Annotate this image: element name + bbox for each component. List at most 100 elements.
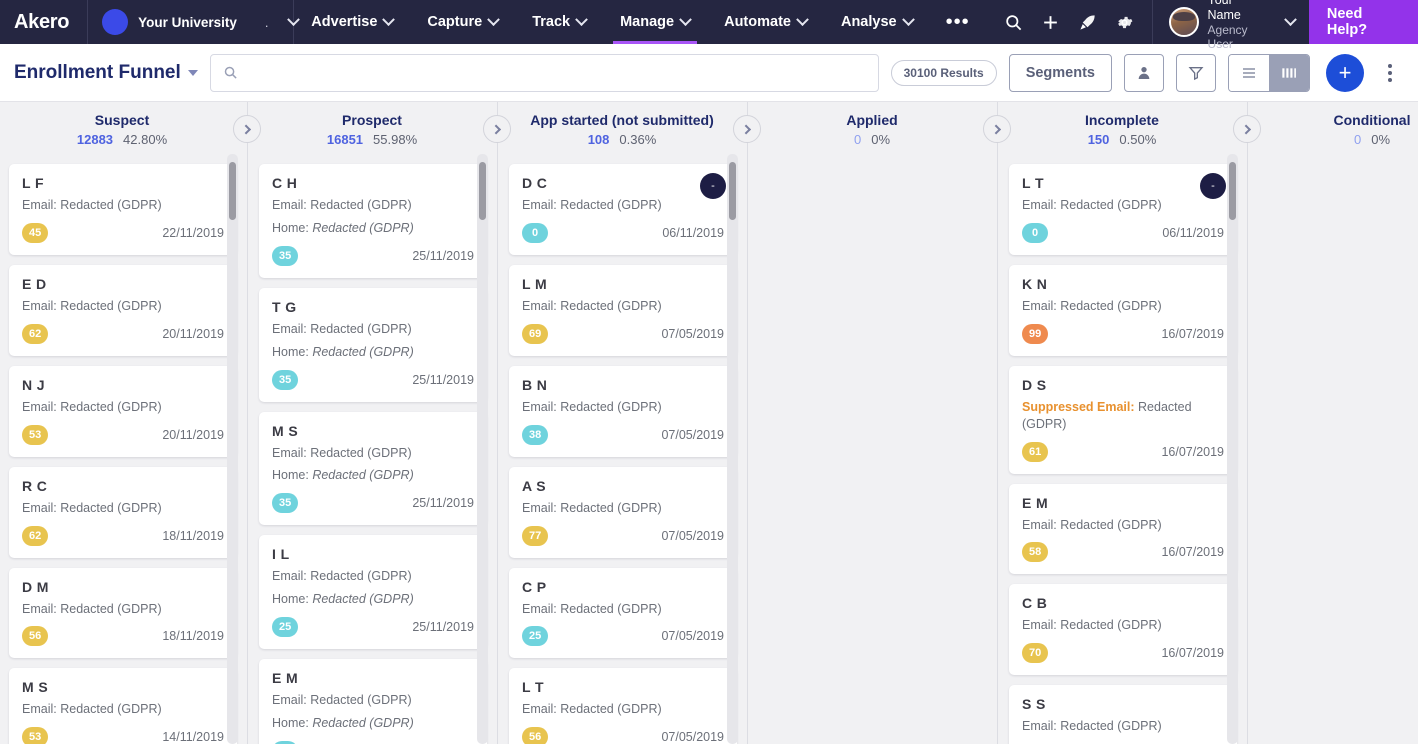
menu-advertise-label: Advertise: [311, 14, 378, 30]
column-scrollbar[interactable]: [727, 154, 738, 744]
contact-card[interactable]: C B Email: Redacted (GDPR) 70 16/07/2019: [1009, 584, 1237, 676]
contact-card[interactable]: L T Email: Redacted (GDPR) 0 06/11/2019 -: [1009, 164, 1237, 255]
contact-card[interactable]: L T Email: Redacted (GDPR) 56 07/05/2019: [509, 668, 737, 744]
contact-card[interactable]: K N Email: Redacted (GDPR) 99 16/07/2019: [1009, 264, 1237, 356]
board-view-toggle[interactable]: [1269, 54, 1309, 91]
rocket-icon[interactable]: [1078, 13, 1097, 32]
plus-icon[interactable]: [1041, 13, 1060, 32]
contact-card[interactable]: L F Email: Redacted (GDPR) 45 22/11/2019: [9, 164, 237, 255]
card-date: 07/05/2019: [661, 528, 724, 543]
lead-score-badge: 62: [22, 323, 49, 344]
card-date: 18/11/2019: [162, 528, 224, 543]
user-menu[interactable]: Your Name Agency User: [1153, 0, 1309, 51]
menu-advertise[interactable]: Advertise: [294, 0, 410, 44]
column-scrollbar-thumb[interactable]: [479, 162, 486, 220]
email-label: Email:: [1022, 298, 1057, 313]
card-date: 20/11/2019: [162, 326, 224, 341]
contact-email-line: Email: Redacted (GDPR): [522, 701, 724, 718]
assign-person-button[interactable]: [1124, 53, 1164, 92]
contact-card[interactable]: D S Suppressed Email: Redacted (GDPR) 61 16…: [1009, 365, 1237, 474]
email-label: Email:: [272, 445, 307, 460]
more-options-button[interactable]: [1376, 63, 1404, 82]
email-label: Email:: [522, 298, 557, 313]
contact-card[interactable]: N J Email: Redacted (GDPR) 53 20/11/2019: [9, 365, 237, 457]
card-status-badge[interactable]: -: [1200, 173, 1226, 199]
email-value: Redacted (GDPR): [560, 500, 662, 515]
card-date: 07/05/2019: [661, 629, 724, 644]
column-card-list[interactable]: D C Email: Redacted (GDPR) 0 06/11/2019 - L M…: [497, 154, 747, 744]
card-date: 16/07/2019: [1161, 646, 1224, 661]
column-scrollbar[interactable]: [227, 154, 238, 744]
column-count: 16851: [326, 132, 364, 147]
column-card-list[interactable]: L F Email: Redacted (GDPR) 45 22/11/2019 E D…: [0, 154, 247, 744]
contact-card[interactable]: M S Email: Redacted (GDPR) Home: Redacted …: [259, 411, 487, 526]
contact-card[interactable]: E M Email: Redacted (GDPR) Home: Redacted …: [259, 659, 487, 744]
home-value: Redacted (GDPR): [312, 220, 414, 235]
search-input[interactable]: [246, 64, 866, 81]
email-value: Redacted (GDPR): [60, 198, 162, 212]
card-status-badge[interactable]: -: [700, 173, 726, 199]
column-header: Prospect 16851 55.98%: [247, 102, 497, 147]
column-card-list[interactable]: C H Email: Redacted (GDPR) Home: Redacted …: [247, 154, 497, 744]
email-value: Redacted (GDPR): [60, 500, 162, 515]
home-label: Home:: [272, 592, 309, 607]
contact-card[interactable]: L M Email: Redacted (GDPR) 69 07/05/2019: [509, 264, 737, 356]
contact-email-line: Email: Redacted (GDPR): [22, 500, 224, 517]
card-footer: 56 18/11/2019: [22, 626, 224, 647]
column-card-list[interactable]: [747, 154, 997, 744]
column-card-list[interactable]: L T Email: Redacted (GDPR) 0 06/11/2019 - K N…: [997, 154, 1247, 744]
contact-card[interactable]: D M Email: Redacted (GDPR) 56 18/11/2019: [9, 567, 237, 659]
card-footer: 69 07/05/2019: [522, 323, 724, 344]
filter-button[interactable]: [1176, 53, 1216, 92]
column-card-list[interactable]: [1247, 154, 1418, 744]
contact-card[interactable]: D C Email: Redacted (GDPR) 0 06/11/2019 -: [509, 164, 737, 255]
menu-manage[interactable]: Manage: [603, 0, 707, 44]
email-value: Redacted (GDPR): [60, 399, 162, 414]
column-scrollbar-thumb[interactable]: [729, 162, 736, 220]
column-title: App started (not submitted): [530, 112, 714, 128]
gear-icon[interactable]: [1115, 13, 1134, 32]
lead-score-badge: 56: [522, 727, 549, 744]
column-count: 108: [587, 132, 610, 147]
column-stats: 0 0%: [747, 132, 997, 147]
contact-card[interactable]: M S Email: Redacted (GDPR) 53 14/11/2019: [9, 668, 237, 744]
contact-card[interactable]: E D Email: Redacted (GDPR) 62 20/11/2019: [9, 264, 237, 356]
menu-track[interactable]: Track: [515, 0, 603, 44]
card-date: 06/11/2019: [662, 225, 724, 240]
search-icon[interactable]: [1004, 13, 1023, 32]
add-record-button[interactable]: +: [1326, 53, 1364, 92]
column-scrollbar-thumb[interactable]: [229, 162, 236, 220]
contact-card[interactable]: C P Email: Redacted (GDPR) 25 07/05/2019: [509, 567, 737, 659]
column-header: Suspect 12883 42.80%: [0, 102, 247, 147]
menu-overflow-icon[interactable]: •••: [930, 0, 986, 44]
menu-capture[interactable]: Capture: [410, 0, 515, 44]
contact-card[interactable]: E M Email: Redacted (GDPR) 58 16/07/2019: [1009, 483, 1237, 575]
column-scrollbar-thumb[interactable]: [1229, 162, 1236, 220]
contact-card[interactable]: A S Email: Redacted (GDPR) 77 07/05/2019: [509, 466, 737, 558]
contact-card[interactable]: C H Email: Redacted (GDPR) Home: Redacted …: [259, 164, 487, 278]
contact-email-line: Email: Redacted (GDPR): [272, 568, 474, 585]
column-scrollbar[interactable]: [477, 154, 488, 744]
lead-score-badge: 0: [522, 222, 548, 243]
home-value: Redacted (GDPR): [312, 468, 414, 483]
organisation-switcher[interactable]: Your University .: [88, 0, 300, 44]
column-scrollbar[interactable]: [1227, 154, 1238, 744]
contact-card[interactable]: B N Email: Redacted (GDPR) 38 07/05/2019: [509, 365, 737, 457]
contact-name: D S: [1022, 376, 1047, 393]
card-footer: 38 07/05/2019: [522, 424, 724, 445]
app-logo[interactable]: Akero: [0, 0, 87, 44]
search-box[interactable]: [209, 53, 879, 92]
need-help-button[interactable]: Need Help?: [1308, 0, 1418, 44]
segments-button[interactable]: Segments: [1008, 53, 1112, 92]
list-view-toggle[interactable]: [1229, 54, 1269, 91]
menu-analyse[interactable]: Analyse: [824, 0, 930, 44]
contact-card[interactable]: S SEmail: Redacted (GDPR)5316/07/2019: [1009, 685, 1237, 744]
page-title[interactable]: Enrollment Funnel: [14, 62, 198, 84]
contact-card[interactable]: T G Email: Redacted (GDPR) Home: Redacted …: [259, 287, 487, 402]
column-header: Applied 0 0%: [747, 102, 997, 147]
contact-card[interactable]: I L Email: Redacted (GDPR) Home: Redacted …: [259, 535, 487, 649]
lead-score-badge: 35: [272, 369, 299, 390]
menu-automate[interactable]: Automate: [707, 0, 824, 44]
contact-email-line: Email: Redacted (GDPR): [1022, 718, 1224, 735]
contact-card[interactable]: R C Email: Redacted (GDPR) 62 18/11/2019: [9, 466, 237, 558]
